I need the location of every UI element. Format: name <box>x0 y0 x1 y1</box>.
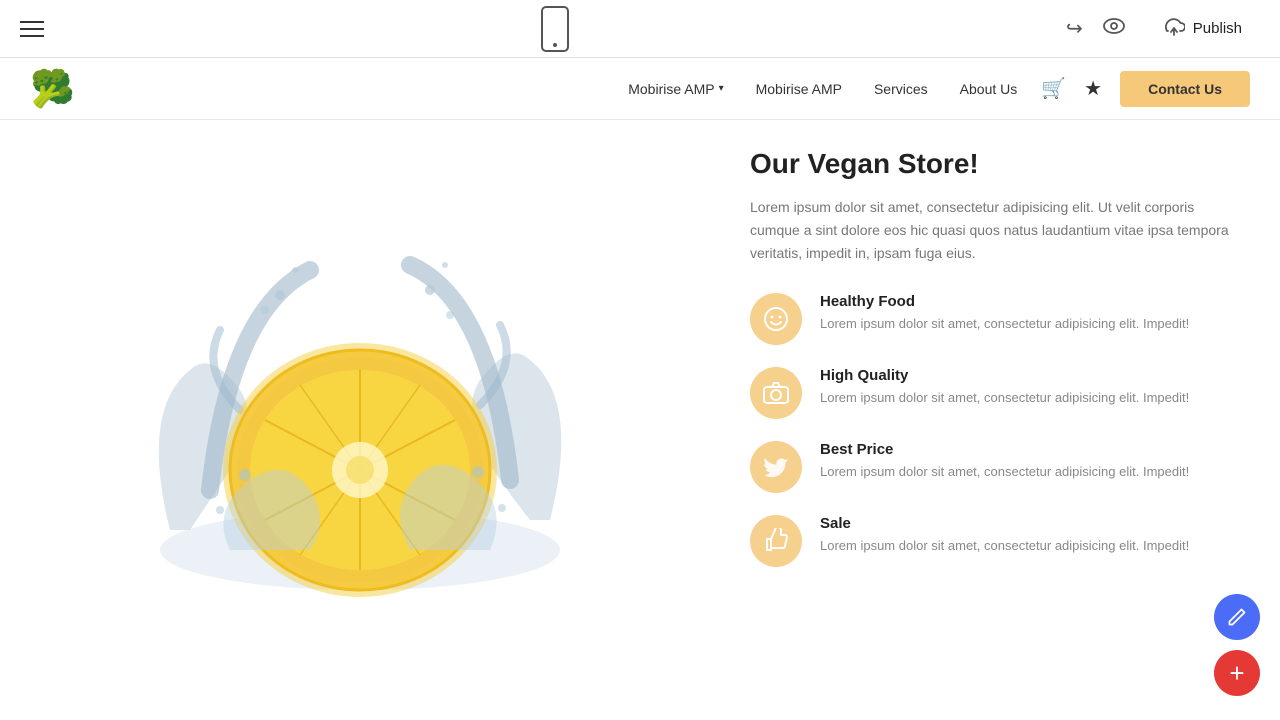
feature-icon-3 <box>750 515 802 567</box>
cloud-upload-icon <box>1163 18 1185 40</box>
phone-preview-icon[interactable] <box>541 6 569 52</box>
feature-desc-0: Lorem ipsum dolor sit amet, consectetur … <box>820 314 1189 334</box>
toolbar-left <box>20 21 44 37</box>
undo-icon[interactable]: ↩ <box>1066 16 1083 41</box>
feature-title-3: Sale <box>820 515 1189 532</box>
eye-icon[interactable] <box>1103 17 1125 40</box>
toolbar-right: ↩ Publish <box>1066 10 1260 48</box>
content-area: Our Vegan Store! Lorem ipsum dolor sit a… <box>720 120 1280 720</box>
nav-item-services[interactable]: Services <box>874 81 928 97</box>
logo: 🥦 <box>30 68 75 110</box>
phone-dot <box>553 43 557 47</box>
hamburger-icon[interactable] <box>20 21 44 37</box>
lemon-splash-image <box>110 210 610 630</box>
feature-item: Best Price Lorem ipsum dolor sit amet, c… <box>750 441 1244 493</box>
feature-desc-1: Lorem ipsum dolor sit amet, consectetur … <box>820 388 1189 408</box>
store-title: Our Vegan Store! <box>750 148 1244 180</box>
feature-icon-1 <box>750 367 802 419</box>
navbar: 🥦 Mobirise AMP Mobirise AMP Services Abo… <box>0 58 1280 120</box>
feature-title-1: High Quality <box>820 367 1189 384</box>
nav-item-about-us[interactable]: About Us <box>960 81 1018 97</box>
toolbar-center <box>541 6 569 52</box>
feature-desc-3: Lorem ipsum dolor sit amet, consectetur … <box>820 536 1189 556</box>
hero-image-area <box>0 120 720 720</box>
feature-desc-2: Lorem ipsum dolor sit amet, consectetur … <box>820 462 1189 482</box>
feature-text-1: High Quality Lorem ipsum dolor sit amet,… <box>820 367 1189 408</box>
features-list: Healthy Food Lorem ipsum dolor sit amet,… <box>750 293 1244 567</box>
plus-icon: + <box>1229 658 1244 689</box>
nav-links: Mobirise AMP Mobirise AMP Services About… <box>628 81 1017 97</box>
contact-us-button[interactable]: Contact Us <box>1120 71 1250 107</box>
main-content: Our Vegan Store! Lorem ipsum dolor sit a… <box>0 120 1280 720</box>
publish-label: Publish <box>1193 20 1242 37</box>
feature-item: Healthy Food Lorem ipsum dolor sit amet,… <box>750 293 1244 345</box>
feature-item: High Quality Lorem ipsum dolor sit amet,… <box>750 367 1244 419</box>
feature-item: Sale Lorem ipsum dolor sit amet, consect… <box>750 515 1244 567</box>
feature-text-2: Best Price Lorem ipsum dolor sit amet, c… <box>820 441 1189 482</box>
toolbar: ↩ Publish <box>0 0 1280 58</box>
logo-icon: 🥦 <box>30 68 75 110</box>
feature-text-0: Healthy Food Lorem ipsum dolor sit amet,… <box>820 293 1189 334</box>
feature-title-2: Best Price <box>820 441 1189 458</box>
feature-text-3: Sale Lorem ipsum dolor sit amet, consect… <box>820 515 1189 556</box>
star-icon[interactable]: ★ <box>1084 76 1102 101</box>
publish-button[interactable]: Publish <box>1145 10 1260 48</box>
store-description: Lorem ipsum dolor sit amet, consectetur … <box>750 196 1244 265</box>
nav-item-mobirise-amp-2[interactable]: Mobirise AMP <box>756 81 842 97</box>
fab-pencil-button[interactable] <box>1214 594 1260 640</box>
nav-icons: 🛒 ★ <box>1041 76 1102 101</box>
feature-icon-2 <box>750 441 802 493</box>
feature-icon-0 <box>750 293 802 345</box>
nav-item-mobirise-amp-1[interactable]: Mobirise AMP <box>628 81 723 97</box>
cart-icon[interactable]: 🛒 <box>1041 76 1066 101</box>
fab-add-button[interactable]: + <box>1214 650 1260 696</box>
feature-title-0: Healthy Food <box>820 293 1189 310</box>
